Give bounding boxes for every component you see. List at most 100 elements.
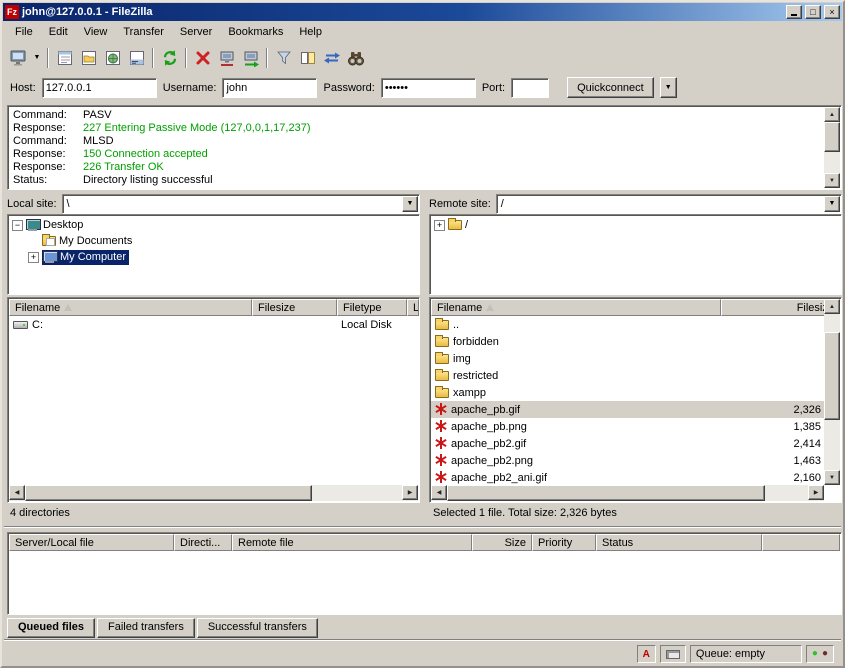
menu-help[interactable]: Help (291, 24, 330, 41)
local-hscroll[interactable]: ◀ ▶ (9, 485, 418, 501)
password-input[interactable] (381, 78, 476, 98)
tab-successful-transfers[interactable]: Successful transfers (197, 618, 318, 638)
username-input[interactable] (222, 78, 317, 98)
disconnect-icon (218, 49, 236, 67)
keypad-indicator[interactable] (660, 645, 686, 663)
my-documents-folder-icon (42, 236, 56, 246)
tree-item-my-computer[interactable]: + My Computer (8, 249, 419, 265)
scroll-down-icon[interactable]: ▼ (824, 470, 840, 485)
scroll-right-icon[interactable]: ▶ (402, 485, 418, 500)
menu-server[interactable]: Server (172, 24, 220, 41)
remote-file-row[interactable]: forbidden (431, 333, 824, 350)
site-manager-dropdown-button[interactable]: ▼ (31, 46, 43, 69)
filter-button[interactable] (272, 46, 295, 69)
reconnect-button[interactable] (239, 46, 262, 69)
folder-icon (435, 388, 449, 398)
remote-file-row[interactable]: apache_pb.png 1,385 (431, 418, 824, 435)
remote-hscroll[interactable]: ◀ ▶ (431, 485, 824, 501)
maximize-button[interactable]: □ (805, 5, 821, 19)
remote-file-row[interactable]: restricted (431, 367, 824, 384)
quickconnect-dropdown-button[interactable]: ▼ (660, 77, 677, 98)
local-site-row: Local site: \▼ (7, 193, 420, 214)
local-file-row[interactable]: C: Local Disk (9, 316, 418, 333)
column-filetype[interactable]: Filetype (337, 299, 407, 316)
close-button[interactable]: × (824, 5, 840, 19)
expand-icon[interactable]: + (434, 220, 445, 231)
port-input[interactable] (511, 78, 549, 98)
column-priority[interactable]: Priority (532, 534, 596, 551)
reconnect-icon (242, 49, 260, 67)
toggle-log-button[interactable] (53, 46, 76, 69)
remote-tree[interactable]: + / (429, 214, 842, 295)
local-tree[interactable]: − Desktop My Documents + My Computer (7, 214, 420, 295)
scroll-thumb[interactable] (824, 122, 840, 152)
minimize-button[interactable] (786, 5, 802, 19)
scroll-thumb[interactable] (447, 485, 765, 501)
scroll-left-icon[interactable]: ◀ (9, 485, 25, 500)
queue-body[interactable] (9, 551, 840, 613)
remote-file-row[interactable]: apache_pb2.png 1,463 (431, 452, 824, 469)
remote-file-row-selected[interactable]: apache_pb.gif 2,326 (431, 401, 824, 418)
column-truncated[interactable]: L (407, 299, 419, 316)
column-server-local-file[interactable]: Server/Local file (9, 534, 174, 551)
column-filesize[interactable]: Filesize (721, 299, 840, 316)
remote-file-row[interactable]: apache_pb2.gif 2,414 (431, 435, 824, 452)
remote-file-row[interactable]: xampp (431, 384, 824, 401)
scroll-left-icon[interactable]: ◀ (431, 485, 447, 500)
remote-file-row[interactable]: img (431, 350, 824, 367)
toggle-log-icon (56, 49, 74, 67)
remote-site-combo[interactable]: /▼ (496, 194, 842, 214)
pane-splitter[interactable] (420, 193, 429, 503)
scroll-up-icon[interactable]: ▲ (824, 107, 840, 122)
scroll-thumb[interactable] (25, 485, 312, 501)
log-line-text: MLSD (83, 135, 114, 147)
scroll-right-icon[interactable]: ▶ (808, 485, 824, 500)
menu-transfer[interactable]: Transfer (115, 24, 172, 41)
tree-item-desktop[interactable]: − Desktop (8, 217, 419, 233)
disconnect-button[interactable] (215, 46, 238, 69)
scroll-down-icon[interactable]: ▼ (824, 173, 840, 188)
sync-browsing-button[interactable] (320, 46, 343, 69)
combo-dropdown-icon[interactable]: ▼ (824, 196, 840, 212)
remote-file-row[interactable]: apache_pb2_ani.gif 2,160 (431, 469, 824, 485)
remote-vscroll[interactable]: ▲ ▼ (824, 299, 840, 485)
menu-edit[interactable]: Edit (41, 24, 76, 41)
remote-file-row[interactable]: .. (431, 316, 824, 333)
scroll-thumb[interactable] (824, 332, 840, 420)
tab-queued-files[interactable]: Queued files (7, 618, 95, 638)
filter-icon (275, 49, 293, 67)
local-site-combo[interactable]: \▼ (62, 194, 420, 214)
column-size[interactable]: Size (472, 534, 532, 551)
menu-view[interactable]: View (76, 24, 116, 41)
compare-button[interactable] (296, 46, 319, 69)
cancel-button[interactable] (191, 46, 214, 69)
tree-item-my-documents[interactable]: My Documents (8, 233, 419, 249)
column-direction[interactable]: Directi... (174, 534, 232, 551)
expand-icon[interactable]: + (28, 252, 39, 263)
column-filename[interactable]: Filename (431, 299, 721, 316)
toggle-queue-button[interactable] (125, 46, 148, 69)
log-line-text: PASV (83, 109, 112, 121)
collapse-icon[interactable]: − (12, 220, 23, 231)
log-line: Command:PASV (13, 109, 821, 122)
tree-item-root[interactable]: + / (430, 217, 841, 233)
refresh-button[interactable] (158, 46, 181, 69)
tab-failed-transfers[interactable]: Failed transfers (97, 618, 195, 638)
quickconnect-button[interactable]: Quickconnect (567, 77, 654, 98)
toggle-remote-tree-button[interactable] (101, 46, 124, 69)
column-filesize[interactable]: Filesize (252, 299, 337, 316)
scroll-up-icon[interactable]: ▲ (824, 299, 840, 314)
column-filename[interactable]: Filename (9, 299, 252, 316)
combo-dropdown-icon[interactable]: ▼ (402, 196, 418, 212)
find-button[interactable] (344, 46, 367, 69)
toggle-local-tree-button[interactable] (77, 46, 100, 69)
menu-file[interactable]: File (7, 24, 41, 41)
column-remote-file[interactable]: Remote file (232, 534, 472, 551)
menu-bookmarks[interactable]: Bookmarks (220, 24, 291, 41)
host-input[interactable] (42, 78, 157, 98)
titlebar[interactable]: Fz john@127.0.0.1 - FileZilla □ × (3, 3, 842, 21)
log-scrollbar[interactable]: ▲ ▼ (824, 107, 840, 188)
transfer-mode-indicator[interactable]: A (637, 645, 656, 663)
column-status[interactable]: Status (596, 534, 762, 551)
site-manager-button[interactable] (7, 46, 30, 69)
